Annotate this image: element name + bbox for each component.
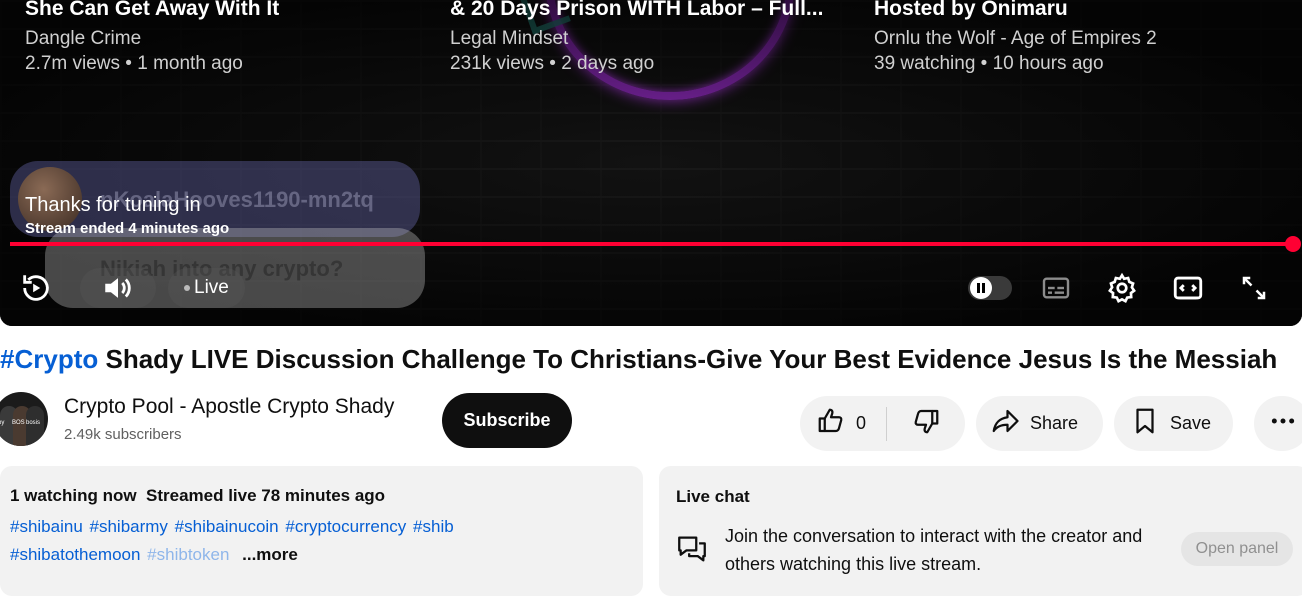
title-text: Shady LIVE Discussion Challenge To Chris… [98,344,1278,374]
endscreen-video-title: Hosted by Onimaru [874,0,1068,20]
autoplay-toggle[interactable] [968,276,1012,300]
live-dot-icon [184,285,190,291]
like-dislike-group: 0 [800,396,965,451]
video-player[interactable]: She Can Get Away With It Dangle Crime 2.… [0,0,1302,326]
endscreen-video-3[interactable]: Hosted by Onimaru Ornlu the Wolf - Age o… [874,0,1157,75]
stream-status-subtitle: Stream ended 4 minutes ago [25,220,230,237]
hashtag-link[interactable]: #shib [413,517,454,536]
stream-status-title: Thanks for tuning in [25,194,201,216]
gear-icon [1106,272,1138,304]
more-horizontal-icon [1270,408,1296,439]
hashtag-link[interactable]: #shibatothemoon [10,545,140,564]
replay-icon [19,271,53,305]
subscribe-button[interactable]: Subscribe [442,393,572,448]
endscreen-video-meta: 231k views • 2 days ago [450,53,655,74]
bookmark-icon [1130,406,1160,441]
description-box[interactable]: 1 watching now Streamed live 78 minutes … [0,466,643,596]
endscreen-video-channel: Dangle Crime [25,28,142,49]
live-indicator[interactable]: Live [168,268,245,308]
channel-name-link[interactable]: Crypto Pool - Apostle Crypto Shady [64,395,394,419]
like-count: 0 [856,413,867,433]
subscriber-count: 2.49k subscribers [64,426,182,443]
live-chat-title: Live chat [676,487,750,506]
hashtag-link[interactable]: #shibainu [10,517,83,536]
dislike-button[interactable] [887,396,965,451]
thumbs-up-icon [816,406,846,441]
share-label: Share [1030,413,1079,433]
fullscreen-icon [1239,273,1269,303]
hashtag-link[interactable]: #shibainucoin [175,517,279,536]
captions-button[interactable] [1036,268,1076,308]
avatar-tag: oy [0,420,5,426]
volume-icon [101,271,135,305]
endscreen-video-meta: 39 watching • 10 hours ago [874,53,1104,74]
thumbs-down-icon [911,406,941,441]
avatar-tag: bosis [26,420,41,426]
captions-icon [1040,272,1072,304]
avatar-tag: BOS [12,420,25,426]
settings-button[interactable] [1102,268,1142,308]
pause-icon [970,277,992,299]
share-icon [990,406,1020,441]
hashtag-link[interactable]: #shibtoken [147,545,229,564]
live-chat-prompt: Join the conversation to interact with t… [725,526,1143,574]
hashtag-link[interactable]: #shibarmy [90,517,168,536]
like-button[interactable]: 0 [800,396,886,451]
avatar-figure [26,406,44,446]
volume-button[interactable] [80,268,156,308]
endscreen-video-title: & 20 Days Prison WITH Labor – Full... [450,0,824,20]
endscreen-video-channel: Legal Mindset [450,28,569,49]
description-meta: 1 watching now Streamed live 78 minutes … [10,486,386,505]
save-label: Save [1170,413,1212,433]
open-panel-button[interactable]: Open panel [1181,532,1293,566]
title-hashtag-link[interactable]: #Crypto [0,344,98,374]
live-label: Live [194,277,229,298]
theater-icon [1171,271,1205,305]
share-button[interactable]: Share [976,396,1103,451]
more-actions-button[interactable] [1254,396,1302,451]
stream-status: Thanks for tuning in Stream ended 4 minu… [25,194,229,237]
endscreen-video-meta: 2.7m views • 1 month ago [25,53,243,74]
replay-button[interactable] [16,268,56,308]
channel-avatar[interactable]: oy BOS bosis [0,392,48,446]
live-chat-panel: Live chat Join the conversation to inter… [659,466,1302,596]
theater-mode-button[interactable] [1168,268,1208,308]
progress-scrubber[interactable] [1285,236,1301,252]
video-title: #Crypto Shady LIVE Discussion Challenge … [0,344,1277,375]
chat-bubbles-icon [675,532,709,571]
show-more-link[interactable]: ...more [242,545,298,564]
endscreen-video-channel: Ornlu the Wolf - Age of Empires 2 [874,28,1157,49]
endscreen-video-1[interactable]: She Can Get Away With It Dangle Crime 2.… [25,0,279,75]
save-button[interactable]: Save [1114,396,1233,451]
hashtag-link[interactable]: #cryptocurrency [285,517,406,536]
endscreen-video-2[interactable]: & 20 Days Prison WITH Labor – Full... Le… [450,0,823,75]
description-hashtags: #shibainu #shibarmy #shibainucoin #crypt… [10,513,550,569]
fullscreen-button[interactable] [1234,268,1274,308]
endscreen-video-title: She Can Get Away With It [25,0,280,20]
progress-bar[interactable] [10,242,1294,246]
